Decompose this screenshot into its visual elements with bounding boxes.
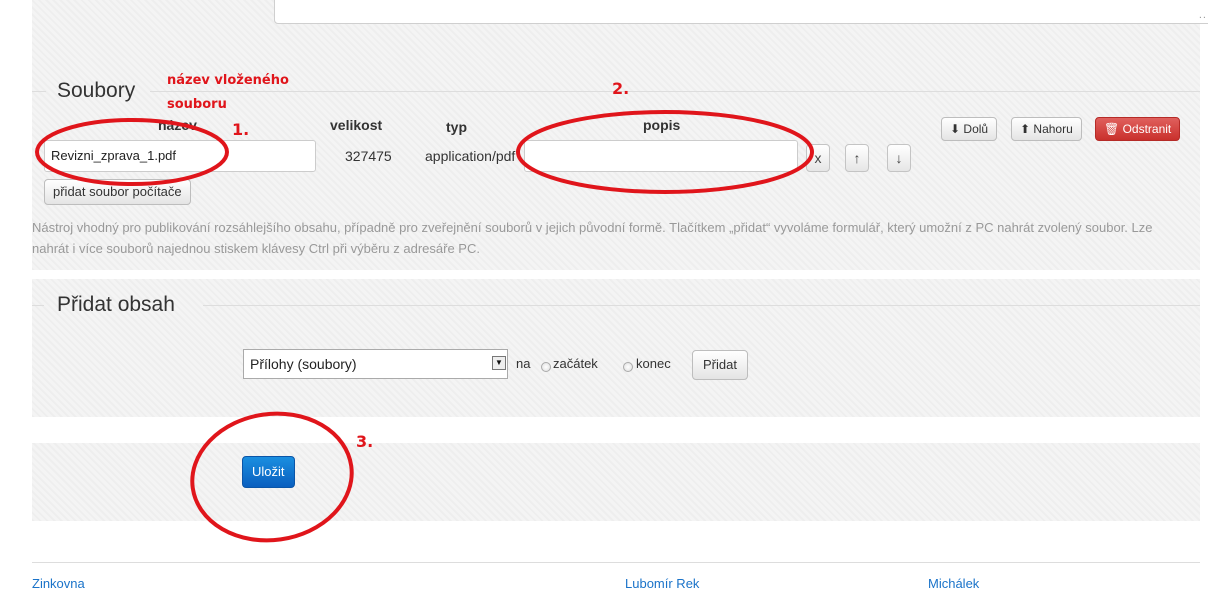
content-type-select[interactable]: Přílohy (soubory) ▼ (243, 349, 508, 379)
file-type: application/pdf (425, 148, 516, 164)
files-help-text: Nástroj vhodný pro publikování rozsáhlej… (32, 220, 1153, 256)
end-label: konec (636, 356, 671, 371)
column-header-size: velikost (330, 117, 383, 133)
save-button[interactable]: Uložit (242, 456, 295, 488)
fieldset-border (203, 305, 1200, 306)
arrow-up-icon: ⬆ (1020, 122, 1031, 136)
content-textarea[interactable]: ... (274, 0, 1208, 24)
end-radio[interactable] (623, 362, 633, 372)
save-panel (32, 443, 1200, 521)
move-block-up-button[interactable]: ⬆ Nahoru (1011, 117, 1082, 141)
file-name-input[interactable]: Revizni_zprava_1.pdf (44, 140, 316, 172)
file-size: 327475 (345, 148, 392, 164)
footer-divider (32, 562, 1200, 563)
column-header-type: typ (446, 119, 467, 135)
remove-file-button[interactable]: x (806, 144, 830, 172)
arrow-down-icon: ⬇ (950, 122, 961, 136)
move-block-down-button[interactable]: ⬇ Dolů (941, 117, 998, 141)
add-content-button[interactable]: Přidat (692, 350, 748, 380)
move-down-button[interactable]: ↓ (887, 144, 911, 172)
footer-link-michalek[interactable]: Michálek (928, 576, 979, 591)
annotation-step-3: 3. (356, 432, 374, 451)
top-panel: ... (32, 0, 1208, 58)
files-legend: Soubory (57, 79, 136, 102)
add-file-from-computer-button[interactable]: přidat soubor počítače (44, 179, 191, 205)
annotation-filename-label: název vloženého souboru (167, 73, 289, 112)
na-label: na (516, 356, 531, 371)
footer-link-author[interactable]: Lubomír Rek (625, 576, 699, 591)
chevron-down-icon: ▼ (492, 356, 506, 370)
annotation-step-2: 2. (612, 79, 630, 98)
begin-radio[interactable] (541, 362, 551, 372)
annotation-step-1: 1. (232, 120, 250, 139)
trash-icon: 🗑 (1104, 122, 1120, 136)
textarea-resize-grip[interactable]: ... (1199, 9, 1208, 21)
column-header-name: název (158, 117, 197, 133)
footer-link-zinkovna[interactable]: Zinkovna (32, 576, 85, 591)
move-up-button[interactable]: ↑ (845, 144, 869, 172)
fieldset-border (32, 305, 44, 306)
column-header-description: popis (643, 117, 681, 133)
remove-block-button[interactable]: 🗑 Odstranit (1095, 117, 1181, 141)
add-content-panel (32, 279, 1200, 417)
fieldset-border (150, 91, 1200, 92)
begin-label: začátek (553, 356, 598, 371)
file-description-input[interactable] (524, 140, 798, 172)
add-content-legend: Přidat obsah (57, 293, 175, 316)
fieldset-border (32, 91, 46, 92)
